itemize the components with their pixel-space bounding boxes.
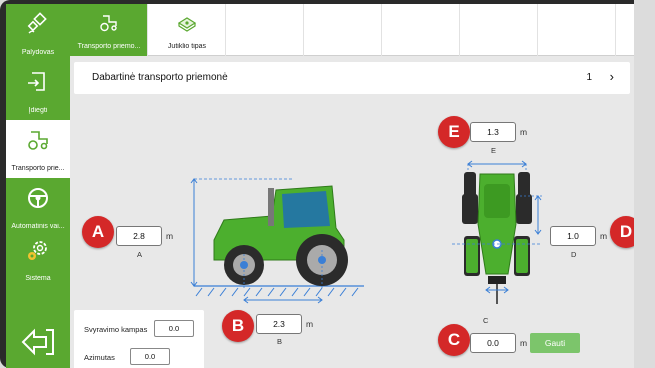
steering-wheel-icon [28,188,48,208]
measurement-e-input[interactable]: 1.3 [470,122,516,142]
sidebar-item-automatinis[interactable]: Automatinis vai... [6,178,70,236]
measurement-c-caption: C [483,316,489,325]
azimuth-input[interactable]: 0.0 [130,348,170,365]
sidebar-item-palydovas[interactable]: Palydovas [6,4,70,62]
measurement-e-caption: E [491,146,497,155]
sidebar-item-idiegti[interactable]: Įdiegti [6,62,70,120]
angle-panel: Svyravimo kampas 0.0 Azimutas 0.0 [74,310,204,368]
tractor-icon [100,15,117,32]
tab-transporto-priemone[interactable]: Transporto priemo... [70,4,148,56]
tractor-side-view [190,178,364,304]
tractor-front-view [452,160,542,304]
measurement-a-caption: A [137,250,143,259]
tab-label: Transporto priemo... [77,43,141,50]
measurement-e-unit: m [520,127,528,137]
sidebar: Palydovas Įdiegti Transporto prie... Aut… [6,4,70,368]
sensor-icon [177,17,197,32]
measurement-c-input[interactable]: 0.0 [470,333,516,353]
back-arrow-icon[interactable] [20,326,56,358]
app-screen: Palydovas Įdiegti Transporto prie... Aut… [6,4,634,368]
satellite-icon [27,12,47,34]
vehicle-number: 1 [586,72,592,83]
measurement-b-input[interactable]: 2.3 [256,314,302,334]
sidebar-item-label: Transporto prie... [11,165,65,172]
badge-e: E [438,116,470,148]
measurement-a-unit: m [166,231,174,241]
measurement-b-unit: m [306,319,314,329]
tab-empty [226,4,304,56]
tab-empty [460,4,538,56]
chevron-right-icon[interactable]: › [610,69,614,84]
measurement-b-caption: B [277,337,283,346]
gauti-button[interactable]: Gauti [530,333,580,353]
tractor-icon [28,131,48,150]
gear-icon [28,241,47,260]
sidebar-item-label: Sistema [25,275,51,282]
badge-b: B [222,310,254,342]
install-icon [28,72,45,91]
roll-angle-input[interactable]: 0.0 [154,320,194,337]
measurement-d-input[interactable]: 1.0 [550,226,596,246]
sidebar-item-label: Automatinis vai... [11,223,65,230]
tab-empty [382,4,460,56]
tab-label: Jutiklio tipas [167,43,207,50]
measurement-d-unit: m [600,231,608,241]
roll-angle-label: Svyravimo kampas [84,325,148,334]
measurement-d-caption: D [571,250,577,259]
badge-c: C [438,324,470,356]
tab-jutiklio-tipas[interactable]: Jutiklio tipas [148,4,226,56]
azimuth-label: Azimutas [84,353,115,362]
badge-d: D [610,216,634,248]
right-edge [634,0,655,368]
measurement-a-input[interactable]: 2.8 [116,226,162,246]
current-vehicle-title: Dabartinė transporto priemonė [92,72,228,83]
tab-bar: Transporto priemo... Jutiklio tipas [70,4,634,56]
sidebar-item-sistema[interactable]: Sistema [6,230,70,288]
measurement-c-unit: m [520,338,528,348]
sidebar-item-label: Palydovas [21,49,55,56]
tab-empty [304,4,382,56]
tab-empty [538,4,616,56]
badge-a: A [82,216,114,248]
sidebar-item-transporto[interactable]: Transporto prie... [6,120,70,178]
sidebar-item-label: Įdiegti [28,107,48,114]
current-vehicle-row[interactable]: Dabartinė transporto priemonė 1 › [74,62,630,94]
